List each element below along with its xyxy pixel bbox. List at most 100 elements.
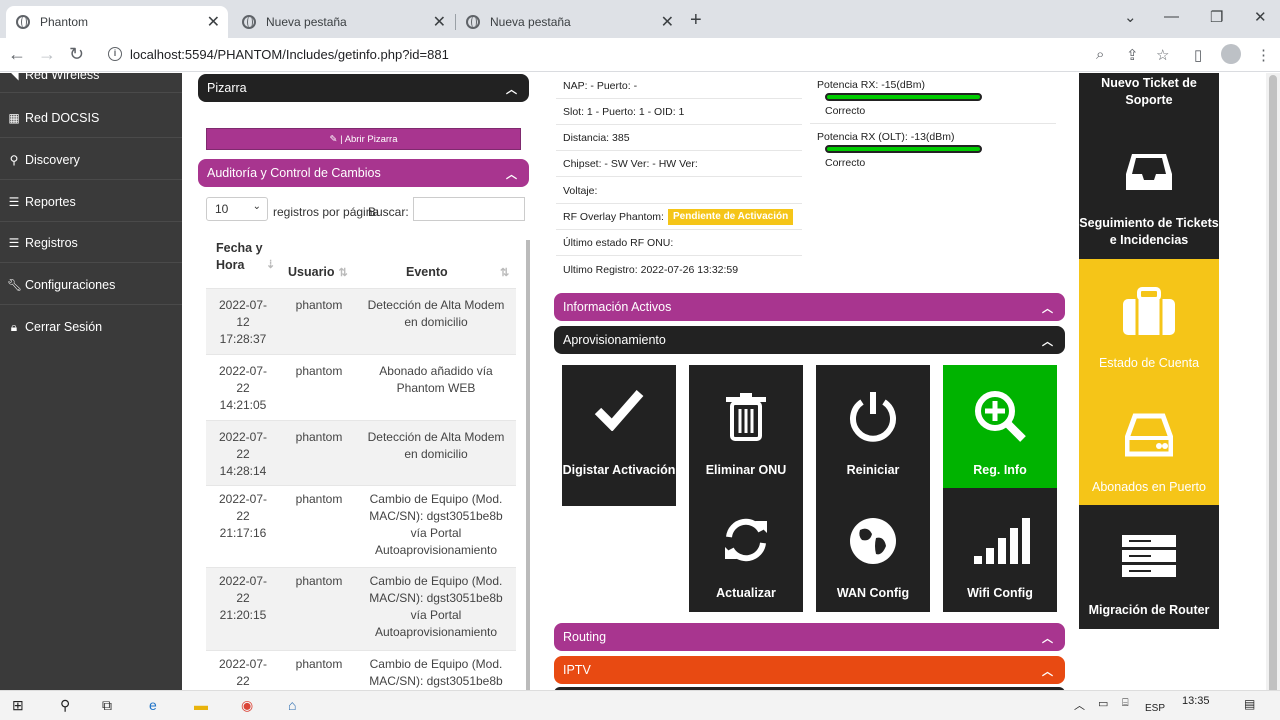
actualizar-button[interactable]: Actualizar <box>689 488 803 612</box>
sidebar-item-label: Configuraciones <box>25 277 116 292</box>
clock[interactable]: 13:35 <box>1182 695 1210 707</box>
chrome-icon[interactable]: ◉ <box>241 697 253 714</box>
iptv-header[interactable]: IPTV ︿ <box>554 656 1065 684</box>
new-tab-icon[interactable]: + <box>690 9 702 32</box>
potencia-olt-bar <box>825 145 982 153</box>
network-icon[interactable]: ⌸ <box>1122 697 1129 710</box>
sidebar-item-discovery[interactable]: ⚲ Discovery <box>0 140 182 180</box>
zoom-icon[interactable]: ⌕ <box>1096 46 1104 63</box>
scrollbar-thumb[interactable] <box>1269 75 1277 690</box>
tab-search-icon[interactable]: ⌄ <box>1124 8 1137 26</box>
info-distancia: Distancia: 385 <box>563 132 630 144</box>
table-row[interactable]: 2022-07-22 14:21:05 phantom Abonado añad… <box>206 354 516 420</box>
globe-icon <box>16 15 30 29</box>
tab-title: Nueva pestaña <box>266 15 347 29</box>
language-indicator[interactable]: ESP <box>1145 703 1165 714</box>
pizarra-header[interactable]: Pizarra ︿ <box>198 74 529 102</box>
menu-kebab-icon[interactable]: ⋮ <box>1256 46 1271 64</box>
column-header-usuario[interactable]: Usuario ⇅ <box>288 265 348 279</box>
routing-header[interactable]: Routing ︿ <box>554 623 1065 651</box>
table-row[interactable]: 2022-07-22 21:17:16 phantom Cambio de Eq… <box>206 485 516 567</box>
table-row[interactable]: 2022-07-12 17:28:37 phantom Detección de… <box>206 288 516 354</box>
abonados-puerto-button[interactable]: Abonados en Puerto <box>1079 382 1219 505</box>
zoom-in-icon <box>943 389 1057 446</box>
site-info-icon[interactable]: i <box>108 47 122 61</box>
sidebar-item-label: Red Wireless <box>25 73 100 82</box>
task-view-icon[interactable]: ⧉ <box>102 697 112 714</box>
status-badge: Pendiente de Activación <box>668 209 794 225</box>
forward-icon[interactable]: → <box>38 44 56 65</box>
seguimiento-tickets-button[interactable]: Seguimiento de Tickets e Incidencias <box>1079 135 1219 259</box>
right-action-column: Nuevo Ticket de Soporte Seguimiento de T… <box>1079 73 1219 629</box>
tile-label: WAN Config <box>836 586 910 600</box>
list-icon: ☰ <box>8 235 20 250</box>
tab-nueva-2[interactable]: Nueva pestaña ✕ <box>456 6 682 38</box>
reg-info-button[interactable]: Reg. Info <box>943 365 1057 488</box>
tab-phantom[interactable]: Phantom ✕ <box>6 6 228 38</box>
sidebar-item-registros[interactable]: ☰ Registros <box>0 223 182 263</box>
sidebar-item-red-wireless[interactable]: ◥ Red Wireless <box>0 73 182 93</box>
close-window-icon[interactable]: ✕ <box>1254 8 1267 26</box>
page-scrollbar[interactable] <box>1266 73 1280 690</box>
globe-icon <box>242 15 256 29</box>
sidebar-item-cerrar-sesion[interactable]: 🔒︎ Cerrar Sesión <box>0 307 182 347</box>
digistar-activacion-button[interactable]: Digistar Activación <box>562 365 676 506</box>
header-label: Evento <box>406 265 448 279</box>
migracion-router-button[interactable]: Migración de Router <box>1079 505 1219 629</box>
back-icon[interactable]: ← <box>8 44 26 65</box>
tile-label: Seguimiento de Tickets e Incidencias <box>1079 216 1219 247</box>
address-bar[interactable]: i localhost:5594/PHANTOM/Includes/getinf… <box>102 42 1152 68</box>
divider <box>556 98 802 99</box>
tab-nueva-1[interactable]: Nueva pestaña ✕ <box>232 6 454 38</box>
sidebar-item-red-docsis[interactable]: ▦ Red DOCSIS <box>0 98 182 138</box>
aprovisionamiento-header[interactable]: Aprovisionamiento ︿ <box>554 326 1065 354</box>
share-icon[interactable]: ⇪ <box>1126 46 1139 64</box>
sidebar-item-label: Registros <box>25 235 78 250</box>
search-input[interactable] <box>413 197 525 221</box>
column-header-evento[interactable]: Evento <box>406 265 448 279</box>
network-app-icon[interactable]: ⌂ <box>288 697 296 713</box>
grid-icon: ▦ <box>8 110 20 125</box>
sidebar-item-configuraciones[interactable]: 🔧︎ Configuraciones <box>0 265 182 305</box>
url-text[interactable]: localhost:5594/PHANTOM/Includes/getinfo.… <box>130 47 449 62</box>
table-row[interactable]: 2022-07-22 phantom Cambio de Equipo (Mod… <box>206 650 516 690</box>
wifi-config-button[interactable]: Wifi Config <box>943 488 1057 612</box>
eliminar-onu-button[interactable]: Eliminar ONU <box>689 365 803 488</box>
table-row[interactable]: 2022-07-22 14:28:14 phantom Detección de… <box>206 420 516 485</box>
search-icon[interactable]: ⚲ <box>60 697 70 714</box>
divider <box>810 123 1056 124</box>
column-header-fecha[interactable]: Fecha y Hora ⇣ <box>216 240 276 274</box>
auditoria-header[interactable]: Auditoría y Control de Cambios ︿ <box>198 159 529 187</box>
info-chipset: Chipset: - SW Ver: - HW Ver: <box>563 158 698 170</box>
cell-fecha: 2022-07-22 21:17:16 <box>218 492 268 540</box>
reiniciar-button[interactable]: Reiniciar <box>816 365 930 488</box>
close-tab-icon[interactable]: ✕ <box>661 12 674 32</box>
notifications-icon[interactable]: ▤ <box>1244 697 1255 711</box>
per-page-select[interactable]: 10 ⌄ <box>206 197 268 221</box>
sidebar-item-reportes[interactable]: ☰ Reportes <box>0 182 182 222</box>
bookmark-star-icon[interactable]: ☆ <box>1156 46 1169 64</box>
activos-header[interactable]: Información Activos ︿ <box>554 293 1065 321</box>
close-tab-icon[interactable]: ✕ <box>207 12 220 32</box>
nuevo-ticket-button[interactable]: Nuevo Ticket de Soporte <box>1079 73 1219 135</box>
tray-chevron-icon[interactable]: ︿ <box>1074 697 1085 713</box>
divider <box>556 203 802 204</box>
estado-cuenta-button[interactable]: Estado de Cuenta <box>1079 259 1219 382</box>
table-scrollbar[interactable] <box>526 240 530 690</box>
maximize-icon[interactable]: ❐ <box>1210 8 1223 26</box>
tray-device-icon[interactable]: ▭ <box>1098 697 1108 710</box>
minimize-icon[interactable]: — <box>1164 8 1179 25</box>
table-row[interactable]: 2022-07-22 21:20:15 phantom Cambio de Eq… <box>206 567 516 650</box>
reload-icon[interactable]: ↻ <box>69 44 84 65</box>
sidebar-item-label: Red DOCSIS <box>25 110 100 125</box>
windows-start-icon[interactable]: ⊞ <box>12 697 24 714</box>
sidepanel-icon[interactable]: ▯ <box>1194 46 1202 64</box>
close-tab-icon[interactable]: ✕ <box>433 12 446 32</box>
hard-drive-icon <box>1124 412 1174 461</box>
folder-icon[interactable]: ▬ <box>194 697 208 713</box>
profile-avatar[interactable] <box>1221 44 1241 64</box>
edge-icon[interactable]: e <box>149 697 157 713</box>
wan-config-button[interactable]: WAN Config <box>816 488 930 612</box>
inbox-icon <box>1124 150 1174 197</box>
abrir-pizarra-button[interactable]: ✎ | Abrir Pizarra <box>206 128 521 150</box>
